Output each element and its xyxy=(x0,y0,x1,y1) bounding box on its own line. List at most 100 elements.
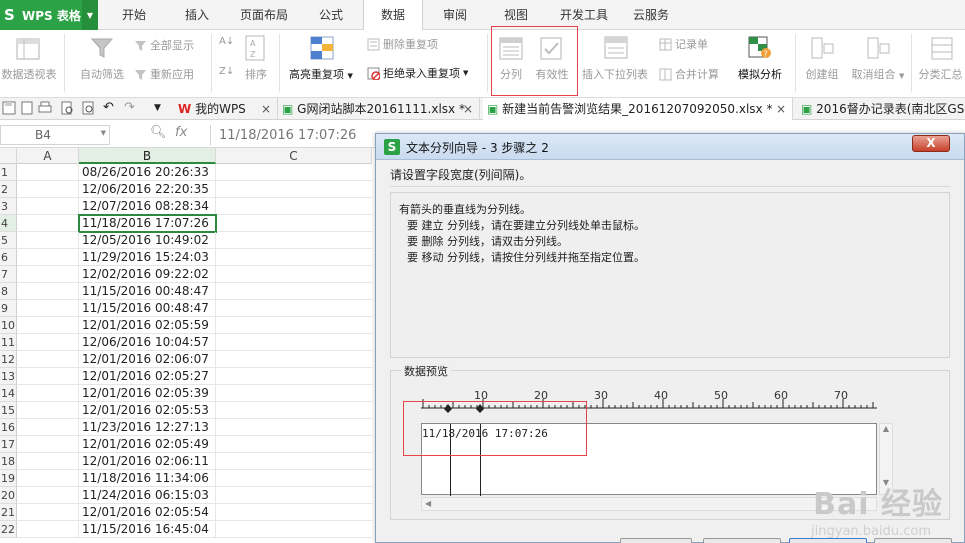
cell-b[interactable]: 11/24/2016 06:15:03 xyxy=(79,487,216,504)
print-icon[interactable] xyxy=(38,101,53,116)
cell-a[interactable] xyxy=(17,436,79,453)
pivot-table-button[interactable]: 数据透视表 xyxy=(0,66,58,82)
cell-a[interactable] xyxy=(17,215,79,232)
cell-c[interactable] xyxy=(216,402,372,419)
spreadsheet-grid[interactable]: 1 08/26/2016 20:26:33 2 12/06/2016 22:20:35… xyxy=(0,164,372,543)
app-menu-button[interactable]: S WPS 表格 ▼ xyxy=(0,0,98,30)
zoom-icon[interactable]: 🔍︎ xyxy=(150,125,167,140)
cell-c[interactable] xyxy=(216,436,372,453)
close-button[interactable]: X xyxy=(912,135,950,152)
select-all-corner[interactable] xyxy=(0,148,17,164)
row-header[interactable]: 7 xyxy=(0,266,17,283)
cell-a[interactable] xyxy=(17,385,79,402)
cell-b[interactable]: 12/01/2016 02:05:54 xyxy=(79,504,216,521)
row-header[interactable]: 14 xyxy=(0,385,17,402)
create-group-button[interactable]: 创建组 xyxy=(800,66,844,82)
cell-b[interactable]: 12/01/2016 02:05:59 xyxy=(79,317,216,334)
preview-hscrollbar[interactable]: ◀ xyxy=(421,497,877,511)
cell-a[interactable] xyxy=(17,266,79,283)
cell-b[interactable]: 11/15/2016 00:48:47 xyxy=(79,300,216,317)
row-header[interactable]: 16 xyxy=(0,419,17,436)
row-header[interactable]: 11 xyxy=(0,334,17,351)
cell-c[interactable] xyxy=(216,470,372,487)
name-box[interactable]: B4 ▼ xyxy=(0,125,110,145)
back-button[interactable] xyxy=(703,538,781,543)
sort-descending-icon[interactable]: Z↓ xyxy=(219,66,234,77)
cell-c[interactable] xyxy=(216,300,372,317)
cell-b[interactable]: 08/26/2016 20:26:33 xyxy=(79,164,216,181)
column-header-b[interactable]: B xyxy=(79,148,216,164)
cell-c[interactable] xyxy=(216,198,372,215)
cell-a[interactable] xyxy=(17,504,79,521)
tab-start[interactable]: 开始 xyxy=(113,0,155,30)
row-header[interactable]: 4 xyxy=(0,215,17,232)
save-icon[interactable] xyxy=(2,101,17,116)
delete-duplicates-button[interactable]: 删除重复项 xyxy=(367,36,438,52)
cell-a[interactable] xyxy=(17,419,79,436)
doc-tab-alarm-results[interactable]: ▣ 新建当前告警浏览结果_20161207092050.xlsx * × xyxy=(483,98,793,120)
tab-page-layout[interactable]: 页面布局 xyxy=(233,0,295,30)
chevron-down-icon[interactable]: ▼ xyxy=(82,0,98,30)
row-header[interactable]: 10 xyxy=(0,317,17,334)
cell-b[interactable]: 12/01/2016 02:05:39 xyxy=(79,385,216,402)
row-header[interactable]: 17 xyxy=(0,436,17,453)
row-header[interactable]: 2 xyxy=(0,181,17,198)
print-preview-icon[interactable] xyxy=(60,101,75,116)
cell-b[interactable]: 12/05/2016 10:49:02 xyxy=(79,232,216,249)
cell-a[interactable] xyxy=(17,181,79,198)
tab-review[interactable]: 审阅 xyxy=(434,0,476,30)
cell-c[interactable] xyxy=(216,266,372,283)
cell-c[interactable] xyxy=(216,232,372,249)
formula-input[interactable]: 11/18/2016 17:07:26 xyxy=(210,125,375,145)
cell-c[interactable] xyxy=(216,521,372,538)
cell-b[interactable]: 11/23/2016 12:27:13 xyxy=(79,419,216,436)
cell-a[interactable] xyxy=(17,249,79,266)
export-pdf-icon[interactable] xyxy=(20,101,35,116)
subtotal-button[interactable]: 分类汇总 xyxy=(916,66,965,82)
cell-c[interactable] xyxy=(216,317,372,334)
cell-a[interactable] xyxy=(17,368,79,385)
cell-b[interactable]: 11/29/2016 15:24:03 xyxy=(79,249,216,266)
cell-c[interactable] xyxy=(216,283,372,300)
ungroup-button[interactable]: 取消组合 ▼ xyxy=(848,66,908,82)
row-header[interactable]: 9 xyxy=(0,300,17,317)
cell-a[interactable] xyxy=(17,487,79,504)
cell-b[interactable]: 12/06/2016 10:04:57 xyxy=(79,334,216,351)
undo-icon[interactable]: ↶ xyxy=(103,101,118,116)
cell-b[interactable]: 11/15/2016 00:48:47 xyxy=(79,283,216,300)
cell-c[interactable] xyxy=(216,453,372,470)
search-icon[interactable] xyxy=(81,101,96,116)
cell-c[interactable] xyxy=(216,368,372,385)
selected-cell[interactable]: 11/18/2016 17:07:26 xyxy=(78,214,217,233)
cell-b[interactable]: 12/01/2016 02:05:27 xyxy=(79,368,216,385)
cell-b[interactable]: 11/18/2016 11:34:06 xyxy=(79,470,216,487)
close-icon[interactable]: × xyxy=(261,98,271,120)
cell-a[interactable] xyxy=(17,283,79,300)
row-header[interactable]: 6 xyxy=(0,249,17,266)
row-header[interactable]: 20 xyxy=(0,487,17,504)
cell-c[interactable] xyxy=(216,164,372,181)
cell-b[interactable]: 12/01/2016 02:05:53 xyxy=(79,402,216,419)
cell-c[interactable] xyxy=(216,504,372,521)
cell-b[interactable]: 12/01/2016 02:06:07 xyxy=(79,351,216,368)
cell-a[interactable] xyxy=(17,300,79,317)
cell-b[interactable]: 12/01/2016 02:05:49 xyxy=(79,436,216,453)
cell-c[interactable] xyxy=(216,334,372,351)
doc-tab-supervision-log[interactable]: ▣ 2016督办记录表(南北区GSM xyxy=(797,98,965,120)
column-header-a[interactable]: A xyxy=(17,148,79,164)
cell-c[interactable] xyxy=(216,181,372,198)
reapply-button[interactable]: 重新应用 xyxy=(134,66,194,82)
cell-a[interactable] xyxy=(17,521,79,538)
row-header[interactable]: 19 xyxy=(0,470,17,487)
show-all-button[interactable]: 全部显示 xyxy=(134,37,194,53)
row-header[interactable]: 18 xyxy=(0,453,17,470)
cell-b[interactable]: 12/02/2016 09:22:02 xyxy=(79,266,216,283)
cell-a[interactable] xyxy=(17,317,79,334)
record-form-button[interactable]: 记录单 xyxy=(659,36,708,52)
row-header[interactable]: 3 xyxy=(0,198,17,215)
cell-b[interactable]: 12/01/2016 02:06:11 xyxy=(79,453,216,470)
column-header-c[interactable]: C xyxy=(216,148,372,164)
insert-dropdown-button[interactable]: 插入下拉列表 xyxy=(578,66,652,82)
row-header[interactable]: 8 xyxy=(0,283,17,300)
reject-duplicates-button[interactable]: 拒绝录入重复项 ▼ xyxy=(367,65,468,81)
